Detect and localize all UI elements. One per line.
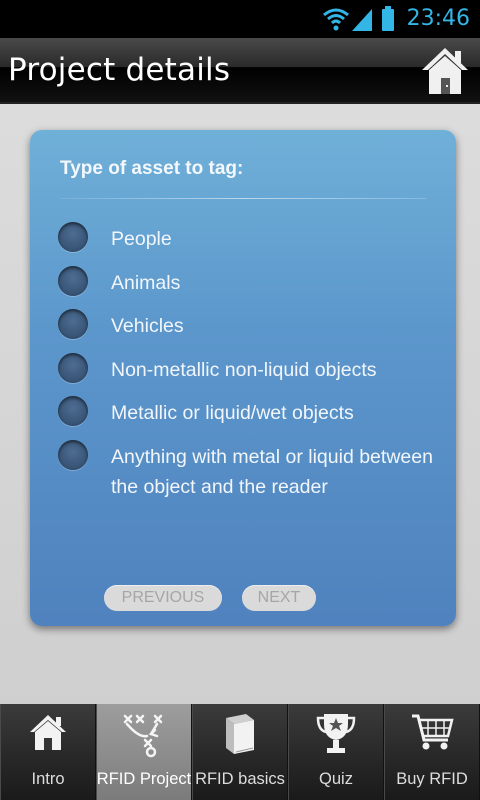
clock: 23:46 (406, 6, 470, 31)
option-label: Non-metallic non-liquid objects (111, 359, 377, 381)
battery-icon (382, 6, 394, 31)
option-label: People (111, 228, 172, 250)
divider (60, 198, 426, 199)
home-icon[interactable] (420, 46, 470, 96)
play-diagram-icon (123, 714, 163, 758)
radio-button[interactable] (58, 353, 88, 383)
book-icon (226, 714, 254, 754)
tab-bar: Intro RFID Project RFID basics Quiz Buy … (0, 704, 480, 800)
radio-button[interactable] (58, 222, 88, 252)
option-label: Animals (111, 272, 181, 294)
option-label: Metallic or liquid/wet objects (111, 402, 354, 424)
next-button[interactable]: NEXT (242, 585, 316, 611)
question-card: Type of asset to tag: People Animals Veh… (30, 130, 456, 626)
app-header: Project details (0, 38, 480, 104)
option-label: Vehicles (111, 315, 184, 337)
page-title: Project details (8, 52, 231, 88)
home-icon (30, 715, 66, 750)
tab-label: RFID basics (195, 770, 285, 788)
previous-button[interactable]: PREVIOUS (104, 585, 222, 611)
tab-rfid-basics[interactable]: RFID basics (192, 704, 288, 800)
radio-button[interactable] (58, 309, 88, 339)
status-icons (323, 6, 394, 31)
trophy-icon (316, 714, 356, 753)
tab-intro[interactable]: Intro (0, 704, 96, 800)
question-title: Type of asset to tag: (60, 158, 244, 179)
content-area: Type of asset to tag: People Animals Veh… (0, 104, 480, 704)
tab-label: Quiz (319, 770, 353, 788)
signal-icon (352, 9, 372, 31)
radio-button[interactable] (58, 396, 88, 426)
tab-label: RFID Project (96, 770, 192, 788)
tab-label: Buy RFID (396, 770, 468, 788)
radio-button[interactable] (58, 266, 88, 296)
status-bar: 23:46 (0, 0, 480, 38)
tab-label: Intro (31, 770, 65, 788)
wifi-icon (323, 8, 349, 31)
option-label: Anything with metal or liquid between th… (111, 446, 433, 498)
cart-icon (412, 714, 454, 750)
tab-rfid-project[interactable]: RFID Project (96, 704, 192, 800)
tab-buy-rfid[interactable]: Buy RFID (384, 704, 480, 800)
radio-button[interactable] (58, 440, 88, 470)
tab-quiz[interactable]: Quiz (288, 704, 384, 800)
